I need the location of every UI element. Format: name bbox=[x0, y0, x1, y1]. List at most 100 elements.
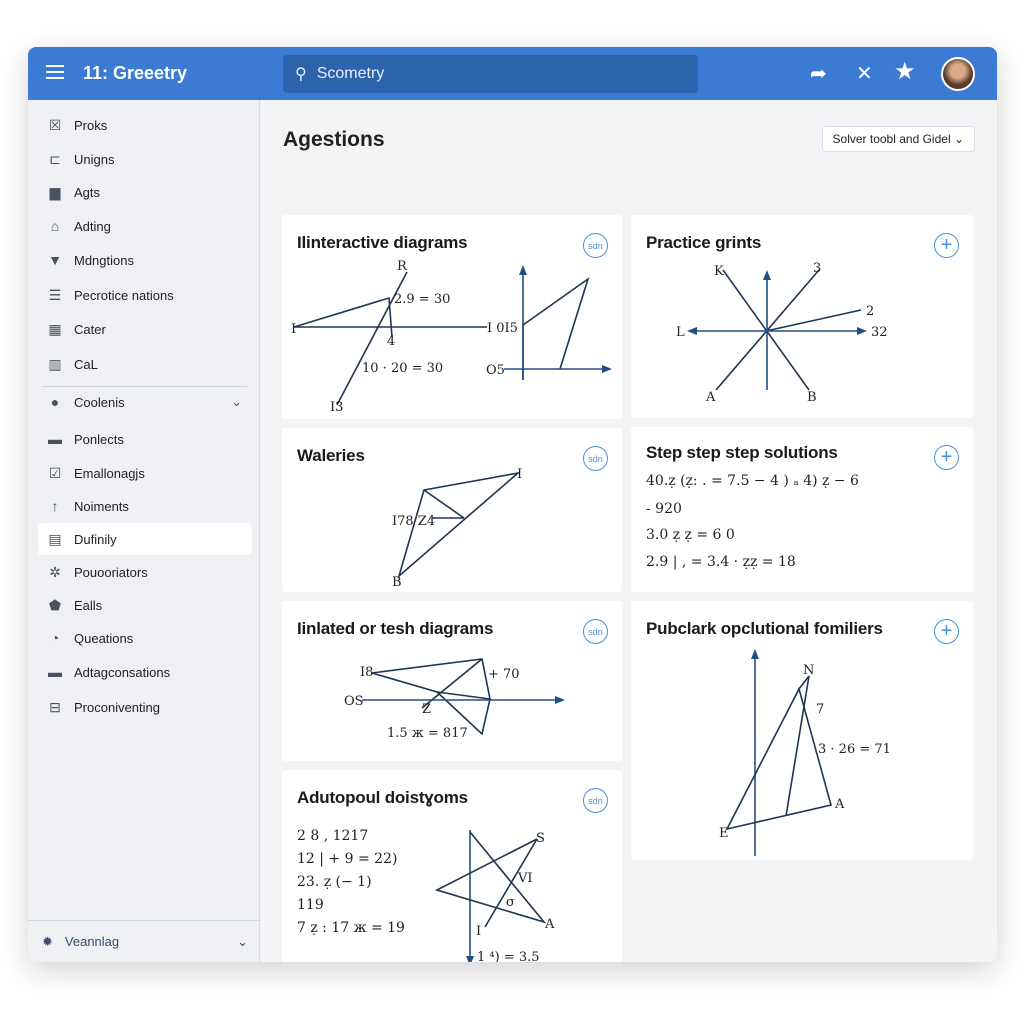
svg-text:S: S bbox=[536, 831, 545, 846]
svg-text:I8: I8 bbox=[360, 665, 373, 680]
star-icon[interactable]: ★ bbox=[894, 57, 916, 86]
svg-text:2.9 = 30: 2.9 = 30 bbox=[394, 292, 450, 307]
sidebar-item-icon: ● bbox=[50, 394, 60, 410]
sidebar-item-icon: ⊏ bbox=[49, 150, 61, 167]
search-icon: ⚲ bbox=[295, 66, 307, 83]
sidebar-item-icon: ☑ bbox=[48, 464, 62, 481]
sidebar-item-coolenis[interactable]: ● Coolenis ⌄ bbox=[38, 386, 252, 418]
svg-text:A: A bbox=[544, 917, 555, 932]
sidebar-item-label: Proks bbox=[74, 117, 108, 133]
card-waleries[interactable]: Waleries sdn I I78 Z4 B bbox=[282, 428, 622, 592]
avatar[interactable] bbox=[941, 57, 975, 91]
svg-text:2: 2 bbox=[866, 304, 874, 319]
sidebar-item-label: Pecrotice nations bbox=[74, 287, 174, 303]
sidebar-item-icon: ↑ bbox=[51, 498, 59, 514]
sidebar-item-label: Mdngtions bbox=[74, 252, 134, 268]
sidebar-item-icon: ▤ bbox=[48, 530, 62, 547]
sidebar-item-adting[interactable]: ⌂ Adting bbox=[38, 210, 252, 242]
sidebar-item-icon: ▆ bbox=[49, 183, 61, 200]
card-interactive-diagrams[interactable]: Ilinteractive diagrams sdn R 2.9 = 30 I4 … bbox=[282, 215, 622, 419]
sidebar-item-label: Queations bbox=[74, 630, 134, 646]
svg-text:4: 4 bbox=[387, 334, 395, 349]
svg-text:I 0I5: I 0I5 bbox=[487, 321, 518, 336]
svg-text:B: B bbox=[392, 575, 402, 590]
sidebar-item-label: Adtagconsations bbox=[74, 664, 171, 680]
sidebar-item-cater[interactable]: ▦ Cater bbox=[38, 313, 252, 345]
sidebar-item-icon: ▬ bbox=[48, 664, 62, 680]
diagram: I I78 Z4 B bbox=[392, 467, 522, 590]
search-value: Scometry bbox=[316, 65, 385, 82]
sidebar-item-mdngtions[interactable]: ▼ Mdngtions bbox=[38, 244, 252, 276]
card-pubclark-fomiliers[interactable]: Pubclark opclutional fomiliers + N7 3 · … bbox=[631, 601, 973, 860]
svg-text:I: I bbox=[476, 924, 481, 939]
svg-text:OS: OS bbox=[344, 694, 364, 709]
sidebar-item-unigns[interactable]: ⊏ Unigns bbox=[38, 143, 252, 175]
card-iinlated-diagrams[interactable]: Iinlated or tesh diagrams sdn I8 + 70 OS Z… bbox=[282, 601, 622, 761]
svg-text:N: N bbox=[803, 663, 814, 678]
solver-dropdown[interactable]: Solver toobl and Gidel ⌄ bbox=[821, 126, 975, 152]
sidebar-item-label: CaL bbox=[74, 356, 98, 372]
sidebar-item-icon: ▥ bbox=[48, 355, 62, 372]
svg-text:3 · 26 = 71: 3 · 26 = 71 bbox=[818, 742, 891, 757]
sidebar-item-proconiventing[interactable]: ⊟ Proconiventing bbox=[38, 691, 252, 723]
svg-text:σ: σ bbox=[506, 895, 515, 910]
sidebar-item-pouooriators[interactable]: ✲ Pouooriators bbox=[38, 556, 252, 588]
equation-line: 2.9 | , = 3.4 · ẓẓ = 18 bbox=[646, 554, 796, 570]
svg-text:R: R bbox=[397, 259, 408, 274]
share-icon[interactable]: ➦ bbox=[810, 61, 827, 86]
main-content: Agestions Solver toobl and Gidel ⌄ Ilint… bbox=[261, 100, 997, 962]
diagram: S VI σ A I 1 ⁴) = 3.5 bbox=[434, 830, 555, 962]
sidebar-item-icon: ⊟ bbox=[49, 698, 61, 715]
sidebar-item-ealls[interactable]: ⬟ Ealls bbox=[38, 589, 252, 621]
sidebar-item-dufinily[interactable]: ▤ Dufinily bbox=[38, 523, 252, 555]
sidebar-item-label: Ponlects bbox=[74, 431, 124, 447]
sidebar-item-noiments[interactable]: ↑ Noiments bbox=[38, 490, 252, 522]
add-button[interactable]: + bbox=[934, 445, 959, 470]
svg-text:L: L bbox=[676, 325, 685, 340]
svg-text:+ 70: + 70 bbox=[488, 667, 520, 682]
sidebar-item-icon: ✲ bbox=[49, 563, 61, 580]
sidebar-item-queations[interactable]: ◔ Queations bbox=[38, 622, 252, 654]
equation-line: 3.0 ẓ ẓ = 6 0 bbox=[646, 527, 735, 543]
search-input[interactable]: ⚲ Scometry bbox=[283, 55, 698, 93]
sidebar-footer[interactable]: ✹ Veannlag ⌄ bbox=[28, 920, 260, 962]
sidebar-item-emallonagjs[interactable]: ☑ Emallonagjs bbox=[38, 457, 252, 489]
app-window: 11: Greeetry ⚲ Scometry ➦ ✕ ★ ✹ Veannlag ⌄ … bbox=[28, 47, 997, 962]
sidebar-item-icon: ⬟ bbox=[48, 596, 62, 613]
chevron-down-icon[interactable]: ⌄ bbox=[231, 394, 242, 410]
svg-text:E: E bbox=[719, 826, 729, 841]
svg-text:3: 3 bbox=[813, 261, 821, 276]
sidebar-item-ponlects[interactable]: ▬ Ponlects bbox=[38, 423, 252, 455]
sidebar-item-label: Coolenis bbox=[74, 394, 125, 410]
sidebar-item-icon: ◔ bbox=[50, 630, 60, 646]
sidebar-item-label: Proconiventing bbox=[74, 699, 160, 715]
app-title: 11: Greeetry bbox=[83, 63, 188, 83]
svg-text:K: K bbox=[714, 264, 724, 279]
diagram: I8 + 70 OS Z 1.5 ж = 817 bbox=[344, 658, 565, 741]
svg-text:32: 32 bbox=[871, 325, 888, 340]
sidebar-item-icon: ⌂ bbox=[50, 218, 60, 234]
svg-text:1 ⁴) = 3.5: 1 ⁴) = 3.5 bbox=[477, 950, 540, 962]
sidebar-item-proks[interactable]: ☒ Proks bbox=[38, 109, 252, 141]
card-practice-grints[interactable]: Practice grints + K3 2L 32 A B bbox=[631, 215, 973, 418]
svg-text:A: A bbox=[705, 390, 716, 405]
sidebar-item-icon: ☒ bbox=[48, 116, 62, 133]
sidebar-item-pecrotice-nations[interactable]: ☰ Pecrotice nations bbox=[38, 279, 252, 311]
svg-text:O5: O5 bbox=[486, 363, 505, 378]
sidebar-item-agts[interactable]: ▆ Agts bbox=[38, 176, 252, 208]
header: 11: Greeetry ⚲ Scometry ➦ ✕ ★ bbox=[28, 47, 997, 100]
tools-icon[interactable]: ✕ bbox=[856, 61, 873, 86]
menu-icon[interactable] bbox=[46, 65, 64, 79]
sidebar-item-label: Noiments bbox=[74, 498, 129, 514]
svg-text:I: I bbox=[291, 322, 296, 337]
diagram: K 3 2 L 32 A B bbox=[676, 261, 888, 405]
svg-text:I3: I3 bbox=[330, 400, 343, 415]
card-adutopoul-doistoms[interactable]: Adutopoul doistɣoms sdn 2 8 , 1217 12 | … bbox=[282, 770, 622, 962]
sidebar: ✹ Veannlag ⌄ ☒ Proks ⊏ Unigns ▆ Agts ⌂ Adting ▼ Mdn… bbox=[28, 100, 260, 962]
svg-text:I78 Z4: I78 Z4 bbox=[392, 514, 435, 529]
sidebar-item-adtagconsations[interactable]: ▬ Adtagconsations bbox=[38, 656, 252, 688]
svg-text:A: A bbox=[834, 797, 845, 812]
sidebar-item-cal[interactable]: ▥ CaL bbox=[38, 348, 252, 380]
sidebar-item-label: Adting bbox=[74, 218, 111, 234]
card-step-solutions[interactable]: Step step step solutions + 40.ẓ (ẓ: . = … bbox=[631, 427, 973, 592]
